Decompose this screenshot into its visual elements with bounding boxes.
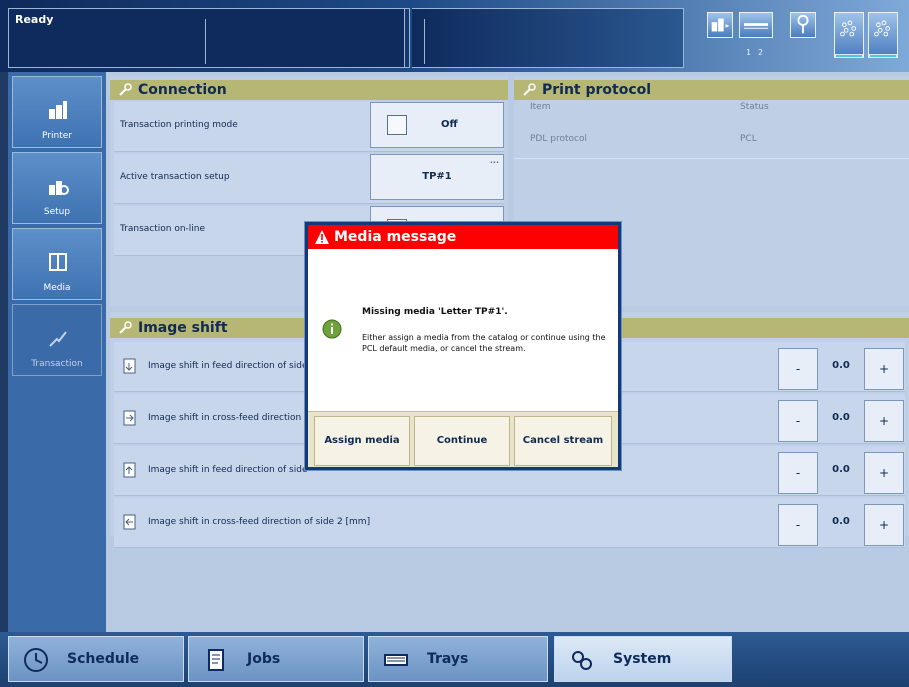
nav-item-setup[interactable]: Setup [12,152,102,224]
status-divider-2 [424,19,425,64]
wrench-small-icon [523,83,536,96]
toner-dots-icon-1[interactable] [834,12,864,58]
decrement-button[interactable]: - [778,400,818,442]
column-header-item: Item [530,102,551,112]
tab-trays[interactable]: Trays [368,636,548,682]
row-active-transaction-setup: Active transaction setup ... TP#1 [114,154,504,204]
image-shift-label: Image shift in cross-feed direction o [148,413,310,423]
connection-header: Connection [110,80,508,100]
increment-button[interactable]: + [864,504,904,546]
clock-icon [24,648,48,672]
status-divider [205,19,206,64]
nav-item-printer[interactable]: Printer [12,76,102,148]
transaction-icon [49,331,67,347]
nav-label-setup: Setup [43,207,71,217]
decrement-button[interactable]: - [778,504,818,546]
wrench-icon[interactable] [790,12,816,38]
transaction-printing-mode-toggle[interactable]: Off [370,102,504,148]
printer-flow-icon[interactable] [707,12,733,38]
row-transaction-printing-mode: Transaction printing mode Off [114,102,504,152]
cancel-stream-button[interactable]: Cancel stream [514,416,612,466]
setup-value: TP#1 [422,171,452,182]
toner-dots-icon-2[interactable] [868,12,898,58]
increment-button[interactable]: + [864,400,904,442]
top-status-bar: Ready 1 2 [0,0,909,72]
tab-schedule[interactable]: Schedule [8,636,184,682]
increment-button[interactable]: + [864,348,904,390]
toggle-value: Off [441,119,458,130]
active-transaction-setup-button[interactable]: ... TP#1 [370,154,504,200]
tab-label-schedule: Schedule [67,651,140,667]
feed-side2-icon [123,462,136,478]
checkbox-icon [387,115,407,135]
document-icon [208,649,224,671]
row-label: Transaction on-line [120,224,206,234]
nav-label-printer: Printer [42,131,72,141]
system-gears-icon [572,651,592,670]
increment-button[interactable]: + [864,452,904,494]
nav-label-media: Media [43,283,71,293]
continue-button[interactable]: Continue [414,416,510,466]
assign-media-button[interactable]: Assign media [314,416,410,466]
nav-item-media[interactable]: Media [12,228,102,300]
shift-value: 0.0 [832,412,850,423]
cross-feed-side2-icon [123,514,136,530]
nav-label-transaction: Transaction [31,359,83,369]
cross-feed-side1-icon [123,410,136,426]
status-segment-narrow [404,8,410,68]
status-panel: Ready [8,8,404,68]
wrench-small-icon [119,321,132,334]
print-protocol-header: Print protocol [514,80,909,100]
printer-icon [49,101,67,119]
nav-item-transaction[interactable]: Transaction [12,304,102,376]
dialog-title: Media message [334,229,457,245]
print-protocol-title: Print protocol [542,82,652,98]
column-header-status: Status [740,102,769,112]
row-label: Active transaction setup [120,172,230,182]
tab-jobs[interactable]: Jobs [188,636,364,682]
image-shift-title: Image shift [138,320,228,336]
decrement-button[interactable]: - [778,452,818,494]
slot-number-1: 1 [746,48,752,57]
media-sheets-icon [49,253,67,271]
toner-level-lamp-2 [869,54,897,58]
dialog-heading: Missing media 'Letter TP#1'. [362,307,508,317]
setup-gear-icon [49,181,69,195]
warning-icon [315,230,329,244]
dialog-footer: Assign media Continue Cancel stream [308,411,618,467]
media-message-dialog: Media message Missing media 'Letter TP#1… [305,222,621,470]
image-shift-label: Image shift in cross-feed direction of s… [148,517,371,527]
paper-tray-icon [384,654,408,666]
bottom-tab-bar: Schedule Jobs Trays System [0,632,909,687]
left-nav: Printer Setup Media Transaction [8,72,106,632]
wrench-small-icon [119,83,132,96]
slot-number-2: 2 [758,48,764,57]
tab-label-trays: Trays [427,651,469,667]
tab-label-jobs: Jobs [247,651,281,667]
protocol-item: PDL protocol [530,134,587,144]
info-icon [322,319,342,339]
dialog-description: Either assign a media from the catalog o… [362,333,606,353]
shift-value: 0.0 [832,360,850,371]
protocol-status: PCL [740,134,757,144]
connection-title: Connection [138,82,227,98]
feed-side1-icon [123,358,136,374]
image-shift-row: Image shift in cross-feed direction of s… [114,498,905,548]
table-divider [514,158,909,159]
toner-level-lamp-1 [835,54,863,58]
status-segment-right [412,8,684,68]
status-text: Ready [15,13,54,26]
decrement-button[interactable]: - [778,348,818,390]
key-slot-icon[interactable] [739,12,773,38]
tab-label-system: System [613,651,672,667]
image-shift-label: Image shift in feed direction of side [148,361,308,371]
shift-value: 0.0 [832,464,850,475]
row-label: Transaction printing mode [120,120,238,130]
dialog-body: Missing media 'Letter TP#1'. Either assi… [308,249,618,411]
dialog-header: Media message [308,225,618,249]
image-shift-label: Image shift in feed direction of side [148,465,308,475]
shift-value: 0.0 [832,516,850,527]
tab-system[interactable]: System [554,636,732,682]
